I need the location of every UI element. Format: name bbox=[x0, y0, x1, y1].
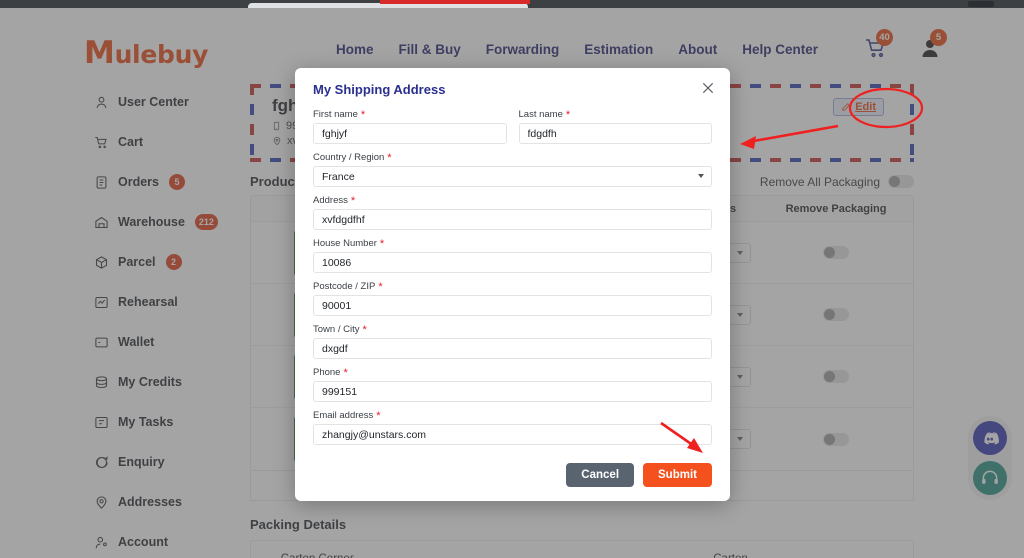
required-asterisk: * bbox=[565, 108, 571, 121]
label-text: Town / City bbox=[313, 324, 360, 335]
last-name-label: Last name * bbox=[519, 109, 713, 120]
postcode-group: Postcode / ZIP * bbox=[313, 281, 712, 316]
close-icon bbox=[702, 82, 714, 94]
cancel-button[interactable]: Cancel bbox=[566, 463, 635, 487]
required-asterisk: * bbox=[379, 237, 385, 250]
address-group: Address * bbox=[313, 195, 712, 230]
required-asterisk: * bbox=[343, 366, 348, 379]
label-text: Address bbox=[313, 195, 348, 206]
required-asterisk: * bbox=[362, 323, 367, 336]
country-region-group: Country / Region * bbox=[313, 152, 712, 187]
required-asterisk: * bbox=[350, 194, 356, 207]
email-input[interactable] bbox=[313, 424, 712, 445]
modal-actions: Cancel Submit bbox=[313, 463, 712, 487]
browser-chrome-sliver bbox=[0, 0, 1024, 8]
town-city-group: Town / City * bbox=[313, 324, 712, 359]
label-text: Phone bbox=[313, 367, 341, 378]
email-group: Email address * bbox=[313, 410, 712, 445]
country-region-select-wrap bbox=[313, 166, 712, 187]
label-text: First name bbox=[313, 109, 358, 120]
modal-title: My Shipping Address bbox=[313, 82, 446, 97]
last-name-group: Last name * bbox=[518, 109, 713, 144]
shipping-address-modal: My Shipping Address First name * Last na… bbox=[295, 68, 730, 501]
last-name-input[interactable] bbox=[518, 123, 712, 144]
phone-input[interactable] bbox=[313, 381, 712, 402]
label-text: Email address bbox=[313, 410, 374, 421]
country-region-select[interactable] bbox=[313, 166, 712, 187]
browser-window-button bbox=[968, 1, 994, 7]
house-number-label: House Number * bbox=[313, 238, 712, 249]
required-asterisk: * bbox=[376, 409, 381, 422]
browser-loading-bar bbox=[380, 0, 530, 4]
address-input[interactable] bbox=[313, 209, 712, 230]
email-label: Email address * bbox=[313, 410, 712, 421]
submit-button[interactable]: Submit bbox=[643, 463, 712, 487]
house-number-input[interactable] bbox=[313, 252, 712, 273]
name-fields-row: First name * Last name * bbox=[313, 109, 712, 152]
country-region-label: Country / Region * bbox=[313, 152, 712, 163]
modal-overlay[interactable]: My Shipping Address First name * Last na… bbox=[0, 8, 1024, 558]
address-label: Address * bbox=[313, 195, 712, 206]
required-asterisk: * bbox=[378, 280, 383, 293]
label-text: Country / Region bbox=[313, 152, 385, 163]
first-name-input[interactable] bbox=[313, 123, 507, 144]
label-text: Postcode / ZIP bbox=[313, 281, 376, 292]
house-number-group: House Number * bbox=[313, 238, 712, 273]
phone-label: Phone * bbox=[313, 367, 712, 378]
town-city-label: Town / City * bbox=[313, 324, 712, 335]
label-text: Last name bbox=[518, 109, 563, 120]
postcode-label: Postcode / ZIP * bbox=[313, 281, 712, 292]
label-text: House Number bbox=[313, 238, 377, 249]
close-button[interactable] bbox=[700, 80, 716, 96]
required-asterisk: * bbox=[360, 108, 366, 121]
town-city-input[interactable] bbox=[313, 338, 712, 359]
first-name-label: First name * bbox=[313, 109, 507, 120]
first-name-group: First name * bbox=[313, 109, 507, 144]
phone-group: Phone * bbox=[313, 367, 712, 402]
required-asterisk: * bbox=[387, 151, 392, 164]
postcode-input[interactable] bbox=[313, 295, 712, 316]
page-root: Mulebuy Home Fill & Buy Forwarding Estim… bbox=[0, 8, 1024, 558]
